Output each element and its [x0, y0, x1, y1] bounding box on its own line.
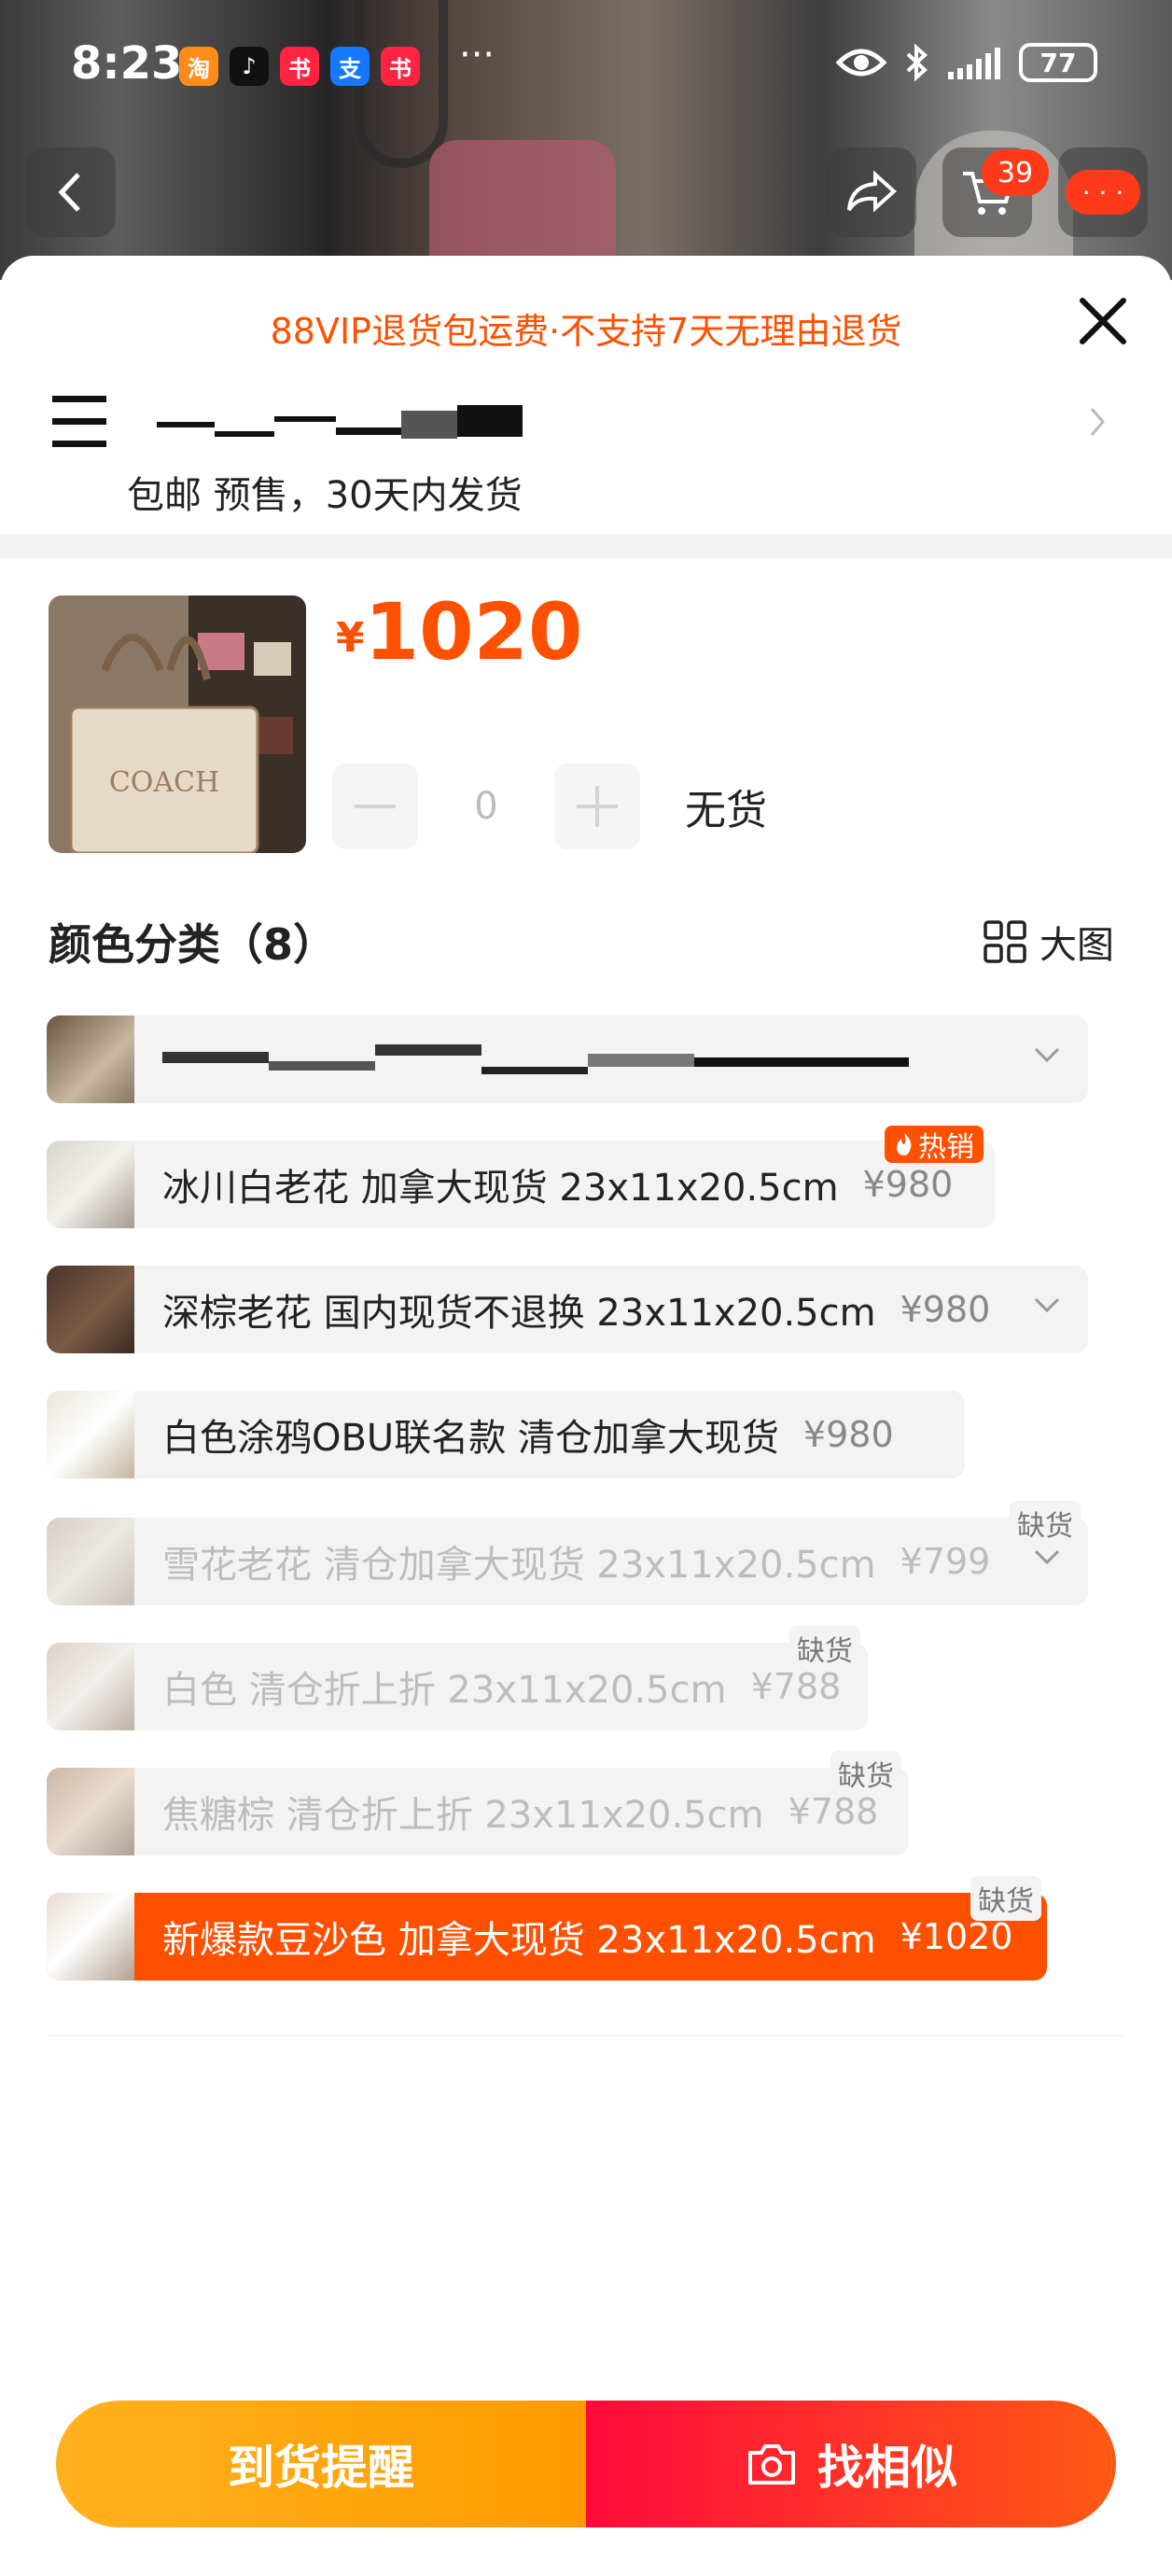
redacted-address: [157, 405, 523, 441]
chevron-down-icon: [1034, 1549, 1060, 1565]
price-currency: ¥: [336, 614, 365, 662]
taobao-app-icon: 淘: [179, 47, 218, 86]
grid-icon: [984, 920, 1026, 963]
big-view-toggle[interactable]: 大图: [984, 915, 1114, 969]
color-option-5[interactable]: 雪花老花 清仓加拿大现货 23x11x20.5cm ¥799: [47, 1518, 1088, 1605]
bag-image: COACH: [49, 595, 306, 853]
option-thumbnail: [47, 1768, 134, 1855]
option-price: ¥799: [900, 1541, 991, 1582]
list-end-divider: [49, 2035, 1123, 2037]
status-time: 8:23: [71, 37, 183, 90]
back-button[interactable]: [26, 147, 116, 237]
option-thumbnail: [47, 1266, 134, 1353]
status-indicators: 77: [836, 43, 1097, 82]
option-thumbnail: [47, 1015, 134, 1103]
price: ¥1020: [336, 586, 582, 678]
bluetooth-icon: [906, 44, 928, 81]
color-option-4[interactable]: 白色涂鸦OBU联名款 清仓加拿大现货 ¥980: [47, 1391, 965, 1478]
chevron-down-icon: [1034, 1047, 1060, 1063]
svg-text:COACH: COACH: [109, 766, 219, 799]
vip-notice: 88VIP退货包运费·不支持7天无理由退货: [270, 311, 902, 352]
find-similar-label: 找相似: [817, 2441, 957, 2495]
eye-icon: [836, 49, 886, 77]
hot-sale-badge: 热销: [885, 1126, 984, 1164]
more-dots-icon: · · ·: [1066, 170, 1140, 215]
price-value: 1020: [364, 586, 583, 678]
option-price: ¥980: [802, 1414, 894, 1455]
out-of-stock-tag: 缺货: [830, 1751, 901, 1796]
battery-icon: 77: [1019, 43, 1097, 82]
option-label: 深棕老花 国内现货不退换 23x11x20.5cm: [162, 1292, 876, 1335]
xiaohongshu-app-icon: 书: [280, 47, 319, 86]
color-option-7[interactable]: 焦糖棕 清仓折上折 23x11x20.5cm ¥788: [47, 1768, 909, 1855]
color-option-8[interactable]: 新爆款豆沙色 加拿大现货 23x11x20.5cm ¥1020: [47, 1893, 1047, 1981]
big-view-label: 大图: [1039, 924, 1114, 967]
option-thumbnail: [47, 1643, 134, 1730]
fire-icon: [897, 1133, 912, 1155]
find-similar-button[interactable]: 找相似: [586, 2401, 1116, 2527]
option-thumbnail: [47, 1391, 134, 1478]
more-notifications-icon: ···: [459, 34, 495, 77]
option-label: 冰川白老花 加拿大现货 23x11x20.5cm: [162, 1167, 839, 1210]
option-price: ¥980: [900, 1289, 991, 1330]
stock-status: 无货: [685, 787, 767, 834]
notification-app-icons: 淘 ♪ 书 支 书: [179, 47, 420, 86]
close-icon: [1080, 298, 1126, 344]
option-label: 焦糖棕 清仓折上折 23x11x20.5cm: [162, 1794, 764, 1837]
redacted-option-label: [162, 1041, 909, 1078]
option-price: ¥788: [788, 1791, 879, 1832]
option-label: 雪花老花 清仓加拿大现货 23x11x20.5cm: [162, 1544, 876, 1587]
status-bar: 8:23 淘 ♪ 书 支 书 ··· 77: [0, 0, 1172, 121]
alipay-app-icon: 支: [330, 47, 370, 86]
sku-selector-screen: 8:23 淘 ♪ 书 支 书 ··· 77 39 · · · 88VIP退货包运…: [0, 0, 1172, 2576]
color-option-3[interactable]: 深棕老花 国内现货不退换 23x11x20.5cm ¥980: [47, 1266, 1088, 1353]
more-menu-button[interactable]: · · ·: [1058, 147, 1148, 237]
signal-icon: [948, 46, 1000, 79]
color-option-2[interactable]: 冰川白老花 加拿大现货 23x11x20.5cm ¥980: [47, 1141, 995, 1228]
section-divider: [0, 534, 1172, 558]
footer-actions: 到货提醒 找相似: [56, 2401, 1116, 2527]
close-button[interactable]: [1075, 293, 1131, 349]
increase-button[interactable]: [554, 763, 640, 849]
option-label: 新爆款豆沙色 加拿大现货 23x11x20.5cm: [162, 1919, 876, 1962]
option-thumbnail: [47, 1141, 134, 1228]
minus-icon: [355, 805, 396, 808]
option-price: ¥1020: [900, 1916, 1013, 1957]
quantity-value[interactable]: 0: [418, 785, 554, 828]
address-row[interactable]: 包邮 预售，30天内发货: [52, 386, 1125, 517]
plus-icon: [577, 786, 618, 827]
hot-sale-label: 热销: [918, 1131, 974, 1164]
out-of-stock-tag: 缺货: [789, 1626, 860, 1671]
shipping-info: 包邮 预售，30天内发货: [127, 474, 523, 517]
option-thumbnail: [47, 1518, 134, 1605]
decrease-button[interactable]: [332, 763, 418, 849]
share-icon: [847, 170, 897, 213]
color-option-6[interactable]: 白色 清仓折上折 23x11x20.5cm ¥788: [47, 1643, 868, 1730]
address-icon: [52, 396, 106, 448]
option-price: ¥788: [750, 1666, 842, 1707]
color-category-title: 颜色分类（8）: [49, 919, 337, 970]
chevron-down-icon: [1034, 1297, 1060, 1313]
option-label: 白色涂鸦OBU联名款 清仓加拿大现货: [162, 1417, 779, 1460]
cart-count-badge: 39: [982, 149, 1049, 196]
xiaohongshu-app-icon-2: 书: [381, 47, 420, 86]
tiktok-app-icon: ♪: [230, 47, 269, 86]
restock-reminder-label: 到货提醒: [228, 2441, 414, 2495]
camera-icon: [748, 2444, 795, 2485]
product-thumbnail[interactable]: COACH: [49, 595, 306, 853]
out-of-stock-tag: 缺货: [1010, 1501, 1081, 1546]
out-of-stock-tag: 缺货: [970, 1876, 1041, 1921]
share-button[interactable]: [827, 147, 916, 237]
chevron-right-icon: [1090, 408, 1105, 436]
option-thumbnail: [47, 1893, 134, 1981]
option-price: ¥980: [862, 1164, 954, 1205]
restock-reminder-button[interactable]: 到货提醒: [56, 2401, 586, 2527]
quantity-stepper: 0 无货: [332, 763, 767, 849]
option-label: 白色 清仓折上折 23x11x20.5cm: [162, 1669, 727, 1712]
color-option-1[interactable]: [47, 1015, 1088, 1103]
chevron-left-icon: [58, 173, 80, 212]
